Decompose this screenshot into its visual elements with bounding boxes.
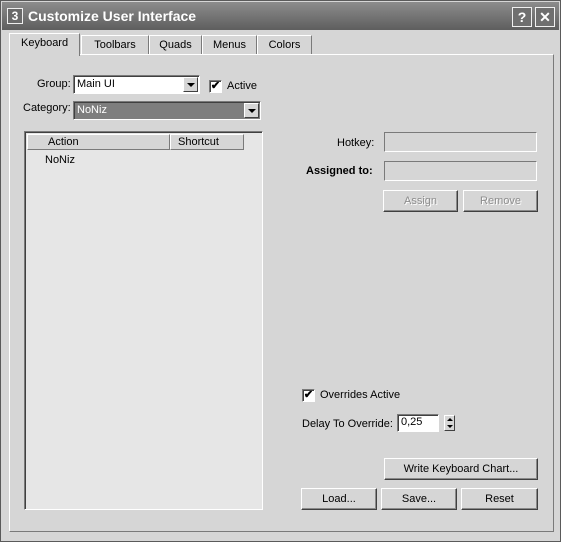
overrides-active-label: Overrides Active [320,389,401,401]
tab-menus[interactable]: Menus [202,35,257,55]
window-title: Customize User Interface [28,8,197,24]
active-checkbox[interactable]: ✔ [209,80,222,93]
tab-strip: Keyboard Toolbars Quads Menus Colors [9,33,554,56]
assigned-to-label: Assigned to: [306,165,373,177]
delay-label: Delay To Override: [302,418,393,430]
help-button[interactable]: ? [512,7,532,27]
column-action[interactable]: Action [27,134,170,150]
spinner-down-icon[interactable] [447,425,453,428]
category-value: NoNiz [77,104,107,116]
tab-keyboard[interactable]: Keyboard [9,33,81,56]
chevron-down-icon[interactable] [244,103,259,118]
delay-value: 0,25 [401,416,423,428]
group-value: Main UI [77,78,115,90]
hotkey-field[interactable] [384,132,537,152]
save-button[interactable]: Save... [381,488,457,510]
customize-ui-dialog: 3 Customize User Interface ? ✕ Keyboard … [0,0,561,542]
overrides-active-checkbox[interactable]: ✔ [302,389,315,402]
group-label: Group: [37,78,71,90]
tab-toolbars[interactable]: Toolbars [81,35,149,55]
load-button[interactable]: Load... [301,488,377,510]
app-logo-icon: 3 [7,8,23,24]
tab-colors[interactable]: Colors [257,35,312,55]
list-header: Action Shortcut [27,134,261,150]
keyboard-panel: Group: Main UI ✔ Active Category: NoNiz … [9,54,554,532]
category-label: Category: [23,102,71,114]
tab-quads[interactable]: Quads [149,35,202,55]
chevron-down-icon[interactable] [183,77,198,92]
category-dropdown[interactable]: NoNiz [73,101,261,120]
delay-input[interactable]: 0,25 [397,414,439,432]
reset-button[interactable]: Reset [461,488,538,510]
close-button[interactable]: ✕ [535,7,555,27]
spinner-up-icon[interactable] [447,418,453,421]
assigned-to-field [384,161,537,181]
remove-button[interactable]: Remove [463,190,538,212]
action-list[interactable]: Action Shortcut NoNiz [24,131,263,510]
hotkey-label: Hotkey: [337,137,375,149]
title-bar[interactable]: 3 Customize User Interface ? ✕ [2,2,559,30]
list-item[interactable]: NoNiz [45,154,75,166]
spinner-arrows-icon[interactable] [444,415,455,431]
write-keyboard-chart-button[interactable]: Write Keyboard Chart... [384,458,538,480]
group-dropdown[interactable]: Main UI [73,75,200,94]
column-shortcut[interactable]: Shortcut [170,134,244,150]
assign-button[interactable]: Assign [383,190,458,212]
active-label: Active [227,80,257,92]
